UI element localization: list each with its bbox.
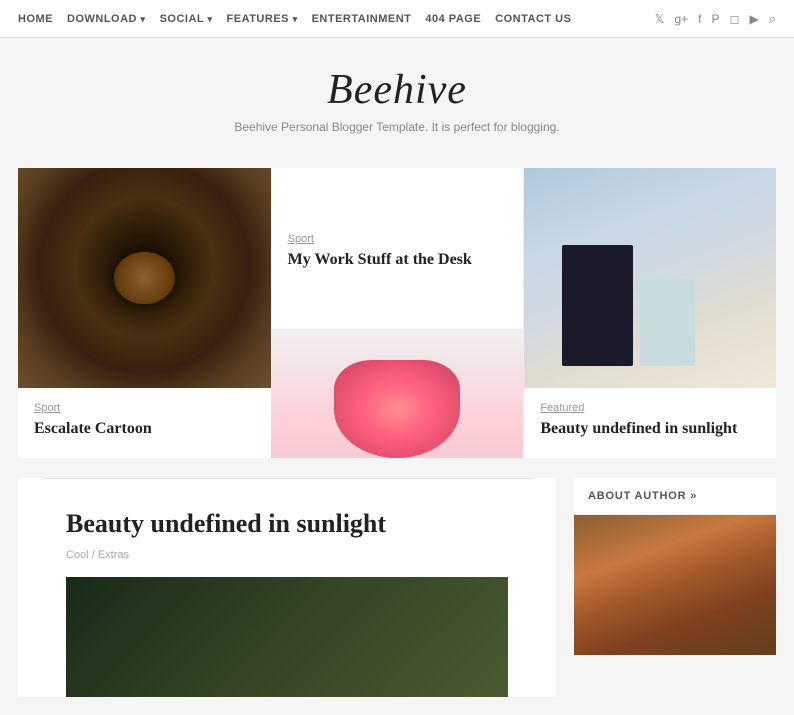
post-middle: Sport My Work Stuff at the Desk — [271, 168, 524, 458]
nav-entertainment[interactable]: ENTERTAINMENT — [312, 13, 412, 25]
nav-404[interactable]: 404 PAGE — [425, 13, 481, 25]
post-left-title: Escalate Cartoon — [34, 419, 255, 440]
nav-features[interactable]: FEATURES ▾ — [227, 13, 298, 25]
post-left-category[interactable]: Sport — [34, 402, 255, 414]
youtube-icon[interactable]: ▶ — [749, 12, 758, 26]
nav-home[interactable]: HOME — [18, 13, 53, 25]
twitter-icon[interactable]: 𝕏 — [655, 12, 665, 26]
facebook-icon[interactable]: f — [698, 12, 701, 26]
about-author-label[interactable]: ABOUT AUTHOR » — [588, 490, 697, 502]
chevron-down-icon: ▾ — [293, 14, 298, 24]
post-right-image[interactable] — [524, 168, 776, 388]
featured-cat2[interactable]: Extras — [98, 549, 129, 561]
featured-article-inner: Beauty undefined in sunlight Cool / Extr… — [42, 478, 532, 697]
featured-cat1[interactable]: Cool — [66, 549, 89, 561]
chevron-down-icon: ▾ — [141, 14, 146, 24]
post-middle-image — [271, 330, 524, 457]
featured-meta: Cool / Extras — [66, 549, 508, 561]
post-left-image[interactable] — [18, 168, 271, 388]
author-photo — [574, 515, 776, 655]
dress-image — [271, 330, 524, 457]
featured-title: Beauty undefined in sunlight — [66, 509, 508, 539]
search-icon[interactable]: ⌕ — [769, 11, 776, 27]
post-middle-title: My Work Stuff at the Desk — [288, 250, 508, 271]
nav-contact[interactable]: CONTACT US — [495, 13, 571, 25]
post-right-category[interactable]: Featured — [540, 402, 760, 414]
post-right-info: Featured Beauty undefined in sunlight — [524, 388, 776, 458]
about-author-widget: ABOUT AUTHOR » — [574, 478, 776, 655]
post-left: Sport Escalate Cartoon — [18, 168, 271, 458]
post-grid: Sport Escalate Cartoon Sport My Work Stu… — [18, 168, 776, 458]
nav-links: HOME DOWNLOAD ▾ SOCIAL ▾ FEATURES ▾ ENTE… — [18, 13, 571, 25]
featured-image[interactable] — [66, 577, 508, 697]
coffee-image — [18, 168, 271, 388]
post-middle-category[interactable]: Sport — [288, 233, 508, 245]
author-image[interactable] — [574, 515, 776, 655]
nav-download[interactable]: DOWNLOAD ▾ — [67, 13, 146, 25]
nav-social-icons: 𝕏 g+ f P ◻ ▶ ⌕ — [655, 11, 776, 27]
site-subtitle: Beehive Personal Blogger Template. It is… — [20, 120, 774, 134]
post-right: Featured Beauty undefined in sunlight — [523, 168, 776, 458]
site-title: Beehive — [20, 66, 774, 114]
main-content: Sport Escalate Cartoon Sport My Work Stu… — [0, 156, 794, 715]
featured-photo — [66, 577, 508, 697]
post-middle-top: Sport My Work Stuff at the Desk — [271, 168, 524, 330]
vimeo-icon[interactable]: ◻ — [730, 12, 740, 26]
bottom-row: Beauty undefined in sunlight Cool / Extr… — [18, 478, 776, 697]
post-middle-bottom[interactable] — [271, 330, 524, 457]
sidebar: ABOUT AUTHOR » — [556, 478, 776, 697]
featured-article: Beauty undefined in sunlight Cool / Extr… — [18, 478, 556, 697]
nav-social[interactable]: SOCIAL ▾ — [160, 13, 213, 25]
about-author-header: ABOUT AUTHOR » — [574, 478, 776, 515]
post-left-info: Sport Escalate Cartoon — [18, 388, 271, 458]
google-plus-icon[interactable]: g+ — [674, 12, 688, 26]
site-header: Beehive Beehive Personal Blogger Templat… — [0, 38, 794, 156]
chevron-down-icon: ▾ — [208, 14, 213, 24]
post-right-title: Beauty undefined in sunlight — [540, 419, 760, 440]
pinterest-icon[interactable]: P — [712, 12, 720, 26]
navigation: HOME DOWNLOAD ▾ SOCIAL ▾ FEATURES ▾ ENTE… — [0, 0, 794, 38]
desk-image — [524, 168, 776, 388]
